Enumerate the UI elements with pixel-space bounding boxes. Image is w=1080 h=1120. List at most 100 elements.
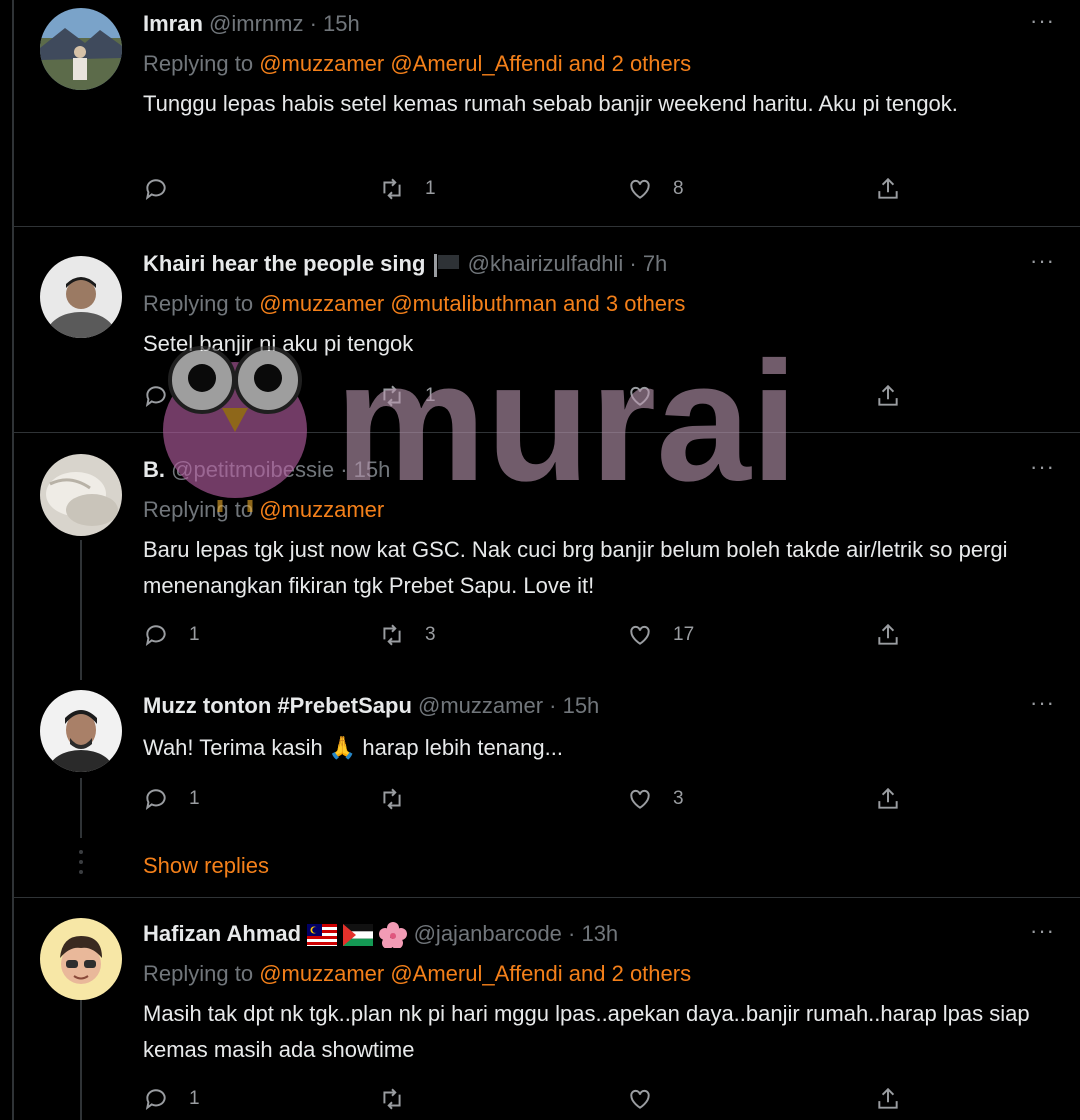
retweet-icon [383,788,401,810]
tweet[interactable]: B. @petitmoibessie · 15h ··· Replying to… [0,446,1080,676]
divider [12,897,1080,898]
author-name[interactable]: B. [143,457,165,482]
avatar[interactable] [40,8,122,90]
retweet-button[interactable] [379,1084,425,1114]
avatar[interactable] [40,454,122,536]
like-icon [630,625,650,645]
like-button[interactable] [627,1084,673,1114]
like-button[interactable]: 8 [627,174,684,204]
flag-icon [433,254,459,278]
reply-button[interactable] [143,381,189,411]
more-icon[interactable]: ··· [1030,248,1055,274]
tweet-actions: 1 3 17 [143,620,943,650]
tweet-text: Baru lepas tgk just now kat GSC. Nak cuc… [143,537,1008,598]
author-name[interactable]: Khairi hear the people sing [143,251,425,276]
author-handle[interactable]: @muzzamer · 15h [418,693,599,718]
tweet[interactable]: Imran @imrnmz · 15h ··· Replying to @muz… [0,0,1080,226]
tweet-text: Setel banjir ni aku pi tengok [143,331,414,356]
tweet-text: Masih tak dpt nk tgk..plan nk pi hari mg… [143,1001,1030,1062]
like-button[interactable]: 3 [627,784,684,814]
malaysia-flag-icon [307,924,338,947]
tweet-actions: 1 [143,381,943,411]
share-button[interactable] [875,784,921,814]
tweet[interactable]: Muzz tonton #PrebetSapu @muzzamer · 15h … [0,682,1080,842]
retweet-icon [383,1088,401,1110]
mention-link[interactable]: @muzzamer [259,497,384,522]
retweet-count: 1 [425,178,436,199]
like-icon [630,789,650,809]
share-button[interactable] [875,381,921,411]
reply-icon [145,625,166,646]
like-icon [630,1089,650,1109]
like-button[interactable]: 17 [627,620,694,650]
author-handle[interactable]: @jajanbarcode · 13h [414,921,619,946]
reply-icon [145,789,166,810]
show-replies-link[interactable]: Show replies [143,852,269,880]
retweet-button[interactable]: 1 [379,381,436,411]
more-icon[interactable]: ··· [1030,690,1055,716]
share-button[interactable] [875,174,921,204]
share-icon [878,177,898,199]
divider [12,226,1080,227]
like-button[interactable] [627,381,673,411]
replying-to: Replying to @muzzamer @mutalibuthman and… [143,290,685,318]
more-icon[interactable]: ··· [1030,918,1055,944]
share-icon [878,623,898,645]
tweet[interactable]: Khairi hear the people sing @khairizulfa… [0,240,1080,432]
share-icon [878,787,898,809]
pray-emoji: 🙏 [328,735,357,760]
share-button[interactable] [875,1084,921,1114]
reply-count: 1 [189,1088,200,1109]
thread-gap-dots [78,850,84,880]
replying-to: Replying to @muzzamer @Amerul_Affendi an… [143,960,691,988]
mention-link[interactable]: @muzzamer @Amerul_Affendi and 2 others [259,961,691,986]
more-icon[interactable]: ··· [1030,454,1055,480]
replying-to-label: Replying to [143,497,260,522]
hibiscus-icon [379,922,408,949]
reply-button[interactable]: 1 [143,784,200,814]
replying-to-label: Replying to [143,51,260,76]
tweet-text-part: Wah! Terima kasih [143,735,329,760]
share-button[interactable] [875,620,921,650]
reply-button[interactable]: 1 [143,620,200,650]
author-name[interactable]: Muzz tonton #PrebetSapu [143,693,412,718]
author-handle[interactable]: @petitmoibessie · 15h [171,457,390,482]
retweet-count: 3 [425,624,436,645]
reply-button[interactable]: 1 [143,1084,200,1114]
tweet-text-part: harap lebih tenang... [356,735,563,760]
reply-count: 1 [189,788,200,809]
author-name[interactable]: Imran [143,11,203,36]
like-icon [630,386,650,406]
divider [12,432,1080,433]
avatar[interactable] [40,690,122,772]
reply-icon [145,179,166,200]
like-count: 3 [673,788,684,809]
mention-link[interactable]: @muzzamer @mutalibuthman and 3 others [259,291,685,316]
author-handle[interactable]: @khairizulfadhli · 7h [468,251,668,276]
reply-count: 1 [189,624,200,645]
reply-icon [145,1089,166,1110]
replying-to-label: Replying to [143,961,260,986]
reply-button[interactable] [143,174,189,204]
retweet-count: 1 [425,385,436,406]
mention-link[interactable]: @muzzamer @Amerul_Affendi and 2 others [259,51,691,76]
author-handle[interactable]: @imrnmz · 15h [209,11,360,36]
more-icon[interactable]: ··· [1030,8,1055,34]
like-count: 17 [673,624,695,645]
tweet[interactable]: Hafizan Ahmad @jajanbarcode · 13h ··· Re… [0,910,1080,1120]
author-name[interactable]: Hafizan Ahmad [143,921,301,946]
replying-to: Replying to @muzzamer @Amerul_Affendi an… [143,50,691,78]
palestine-flag-icon [343,924,374,947]
retweet-button[interactable] [379,784,425,814]
tweet-actions: 1 8 [143,174,943,204]
retweet-icon [383,385,401,407]
retweet-button[interactable]: 1 [379,174,436,204]
retweet-icon [383,178,401,200]
conversation-feed: Imran @imrnmz · 15h ··· Replying to @muz… [0,0,1080,1120]
retweet-button[interactable]: 3 [379,620,436,650]
tweet-text: Tunggu lepas habis setel kemas rumah seb… [143,91,958,116]
avatar[interactable] [40,256,122,338]
reply-icon [145,386,166,407]
like-count: 8 [673,178,684,199]
avatar[interactable] [40,918,122,1000]
